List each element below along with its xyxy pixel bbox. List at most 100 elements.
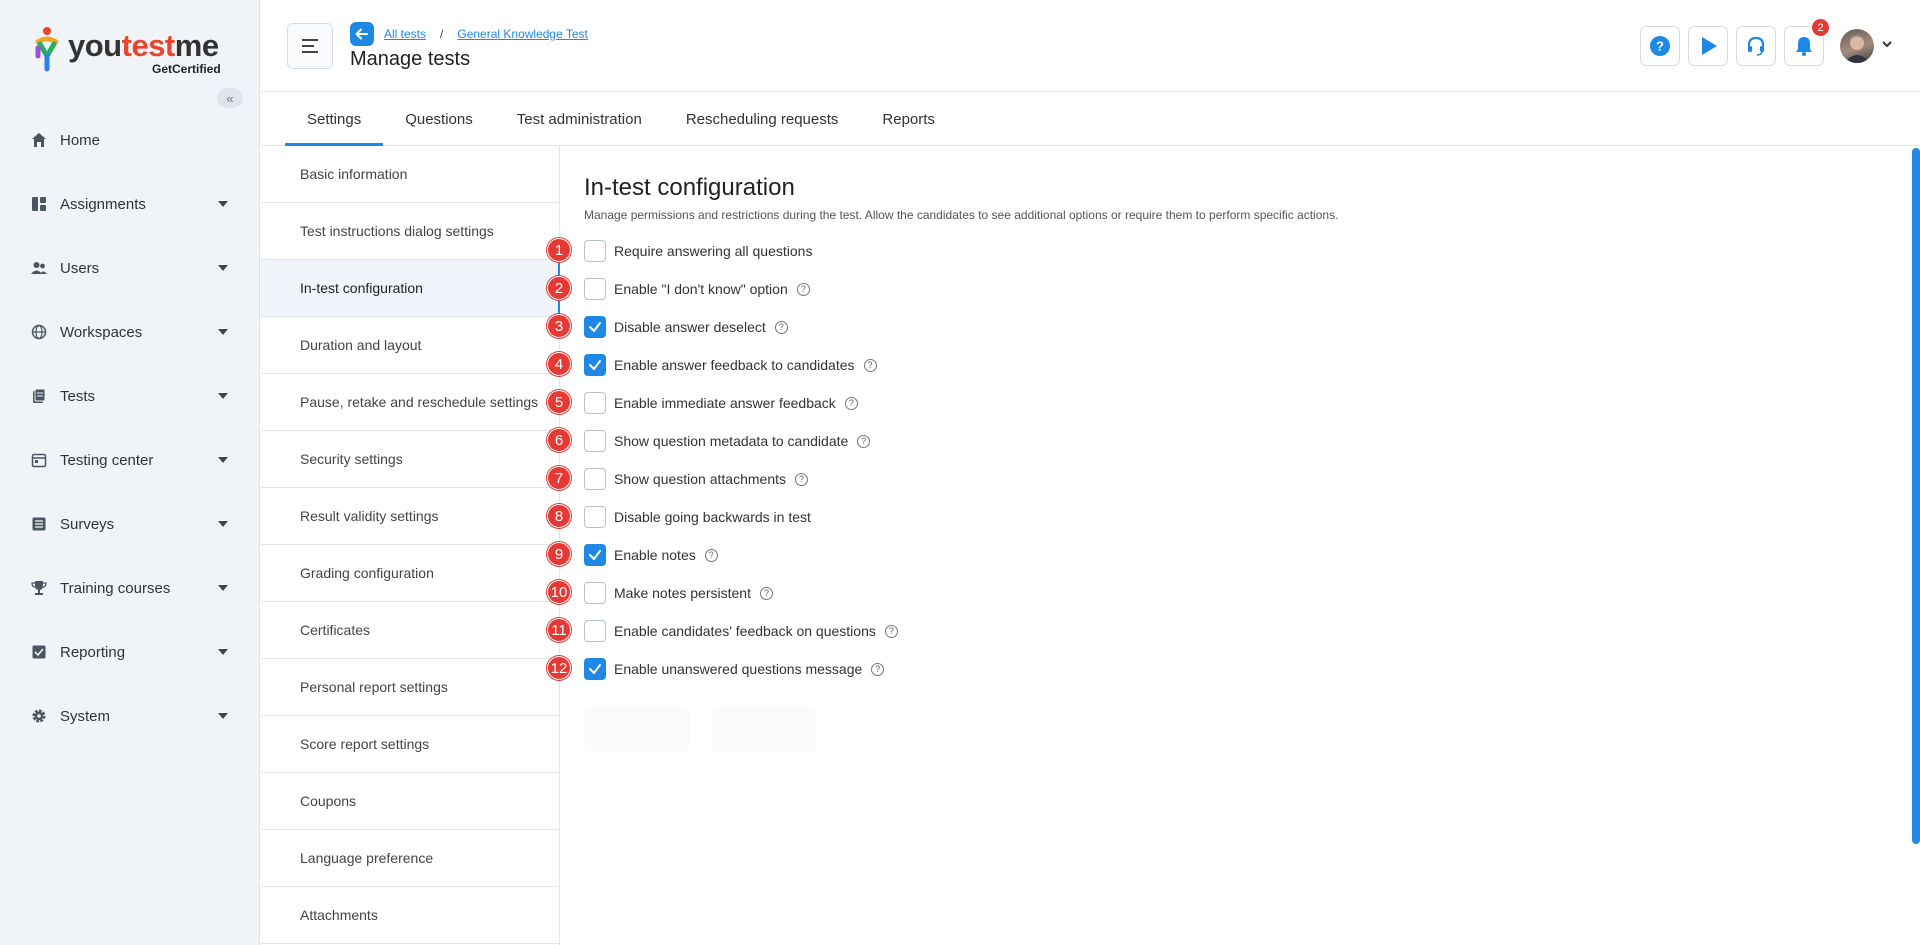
help-circle-icon[interactable]: ? (704, 548, 718, 562)
menu-toggle-button[interactable] (287, 23, 333, 69)
back-button[interactable] (350, 22, 374, 46)
subnav-grading-configuration[interactable]: Grading configuration (261, 545, 559, 602)
tab-settings[interactable]: Settings (285, 93, 384, 146)
option-label: Show question attachments (614, 471, 786, 487)
option-row: 1 Require answering all questions (547, 238, 813, 263)
caret-down-icon (218, 713, 228, 719)
help-circle-icon[interactable]: ? (795, 472, 808, 486)
notification-badge: 2 (1812, 19, 1829, 36)
subnav-personal-report[interactable]: Personal report settings (261, 659, 559, 716)
sidebar-item-tests[interactable]: Tests (0, 364, 260, 428)
main-content: In-test configuration Manage permissions… (547, 146, 1920, 945)
option-label: Disable answer deselect (614, 319, 766, 335)
option-checkbox[interactable] (584, 430, 606, 452)
calendar-icon (30, 451, 48, 469)
sidebar-item-training-courses[interactable]: Training courses (0, 556, 260, 620)
help-button[interactable]: ? (1640, 26, 1680, 66)
option-row: 4 Enable answer feedback to candidates? (547, 352, 877, 377)
option-label: Disable going backwards in test (614, 509, 811, 525)
subnav-result-validity[interactable]: Result validity settings (261, 488, 559, 545)
breadcrumb-current-test[interactable]: General Knowledge Test (457, 27, 588, 41)
option-checkbox[interactable] (584, 240, 606, 262)
sidebar-item-label: Users (60, 259, 100, 277)
tab-questions[interactable]: Questions (383, 93, 495, 145)
section-title: In-test configuration (584, 174, 795, 201)
option-checkbox[interactable] (584, 278, 606, 300)
step-number-marker: 9 (547, 542, 571, 566)
cancel-button[interactable] (711, 706, 817, 752)
subnav-attachments[interactable]: Attachments (261, 887, 559, 944)
help-circle-icon[interactable]: ? (759, 586, 773, 600)
option-label: Enable candidates' feedback on questions (614, 623, 876, 639)
step-number-marker: 4 (547, 352, 571, 376)
scrollbar[interactable] (1912, 148, 1920, 844)
step-number-marker: 6 (547, 428, 571, 452)
play-tutorial-button[interactable] (1688, 26, 1728, 66)
subnav-pause-retake-reschedule[interactable]: Pause, retake and reschedule settings (261, 374, 559, 431)
option-label: Require answering all questions (614, 243, 813, 259)
sidebar-item-label: System (60, 707, 111, 725)
support-button[interactable] (1736, 26, 1776, 66)
option-row: 6 Show question metadata to candidate? (547, 428, 871, 453)
sidebar-item-surveys[interactable]: Surveys (0, 492, 260, 556)
help-circle-icon[interactable]: ? (863, 358, 877, 372)
caret-down-icon (218, 393, 228, 399)
subnav-coupons[interactable]: Coupons (261, 773, 559, 830)
settings-subnav: Basic information Test instructions dial… (261, 146, 560, 945)
option-checkbox[interactable] (584, 354, 606, 376)
option-checkbox[interactable] (584, 316, 606, 338)
help-circle-icon[interactable]: ? (796, 282, 810, 296)
option-checkbox[interactable] (584, 544, 606, 566)
subnav-language-preference[interactable]: Language preference (261, 830, 559, 887)
save-button[interactable] (584, 706, 690, 752)
report-icon (30, 643, 48, 661)
help-circle-icon[interactable]: ? (884, 624, 898, 638)
help-circle-icon[interactable]: ? (871, 662, 885, 676)
tab-test-administration[interactable]: Test administration (495, 93, 664, 145)
sidebar-nav: Home Assignments Users Workspaces Tests … (0, 108, 260, 748)
sidebar-item-reporting[interactable]: Reporting (0, 620, 260, 684)
sidebar-item-assignments[interactable]: Assignments (0, 172, 260, 236)
sidebar-item-home[interactable]: Home (0, 108, 260, 172)
step-number-marker: 7 (547, 466, 571, 490)
caret-down-icon (218, 265, 228, 271)
subnav-security-settings[interactable]: Security settings (261, 431, 559, 488)
logo-subtitle: GetCertified (152, 62, 221, 76)
avatar[interactable] (1840, 29, 1874, 63)
tab-rescheduling-requests[interactable]: Rescheduling requests (664, 93, 861, 145)
option-checkbox[interactable] (584, 506, 606, 528)
subnav-score-report[interactable]: Score report settings (261, 716, 559, 773)
subnav-test-instructions[interactable]: Test instructions dialog settings (261, 203, 559, 260)
option-checkbox[interactable] (584, 392, 606, 414)
gear-icon (30, 707, 48, 725)
subnav-in-test-configuration[interactable]: In-test configuration (261, 260, 560, 317)
logo[interactable]: youtestme GetCertified (34, 24, 234, 76)
step-number-marker: 8 (547, 504, 571, 528)
step-number-marker: 10 (547, 580, 571, 604)
subnav-duration-and-layout[interactable]: Duration and layout (261, 317, 559, 374)
option-checkbox[interactable] (584, 658, 606, 680)
subnav-basic-information[interactable]: Basic information (261, 146, 559, 203)
help-circle-icon[interactable]: ? (774, 320, 788, 334)
help-circle-icon[interactable]: ? (857, 434, 871, 448)
subnav-certificates[interactable]: Certificates (261, 602, 559, 659)
breadcrumb-all-tests[interactable]: All tests (384, 27, 426, 41)
globe-icon (30, 323, 48, 341)
sidebar-item-testing-center[interactable]: Testing center (0, 428, 260, 492)
sidebar-item-system[interactable]: System (0, 684, 260, 748)
sidebar-item-users[interactable]: Users (0, 236, 260, 300)
help-circle-icon[interactable]: ? (844, 396, 858, 410)
breadcrumb: All tests / General Knowledge Test (384, 27, 588, 41)
tab-reports[interactable]: Reports (860, 93, 957, 145)
chevron-down-icon[interactable] (1881, 38, 1893, 50)
sidebar-item-workspaces[interactable]: Workspaces (0, 300, 260, 364)
notifications-button[interactable]: 2 (1784, 19, 1829, 66)
option-checkbox[interactable] (584, 582, 606, 604)
page-title: Manage tests (350, 48, 471, 70)
home-icon (30, 131, 48, 149)
option-checkbox[interactable] (584, 468, 606, 490)
option-checkbox[interactable] (584, 620, 606, 642)
sidebar-item-label: Home (60, 131, 101, 149)
collapse-sidebar-button[interactable]: « (217, 88, 243, 108)
option-row: 5 Enable immediate answer feedback? (547, 390, 858, 415)
